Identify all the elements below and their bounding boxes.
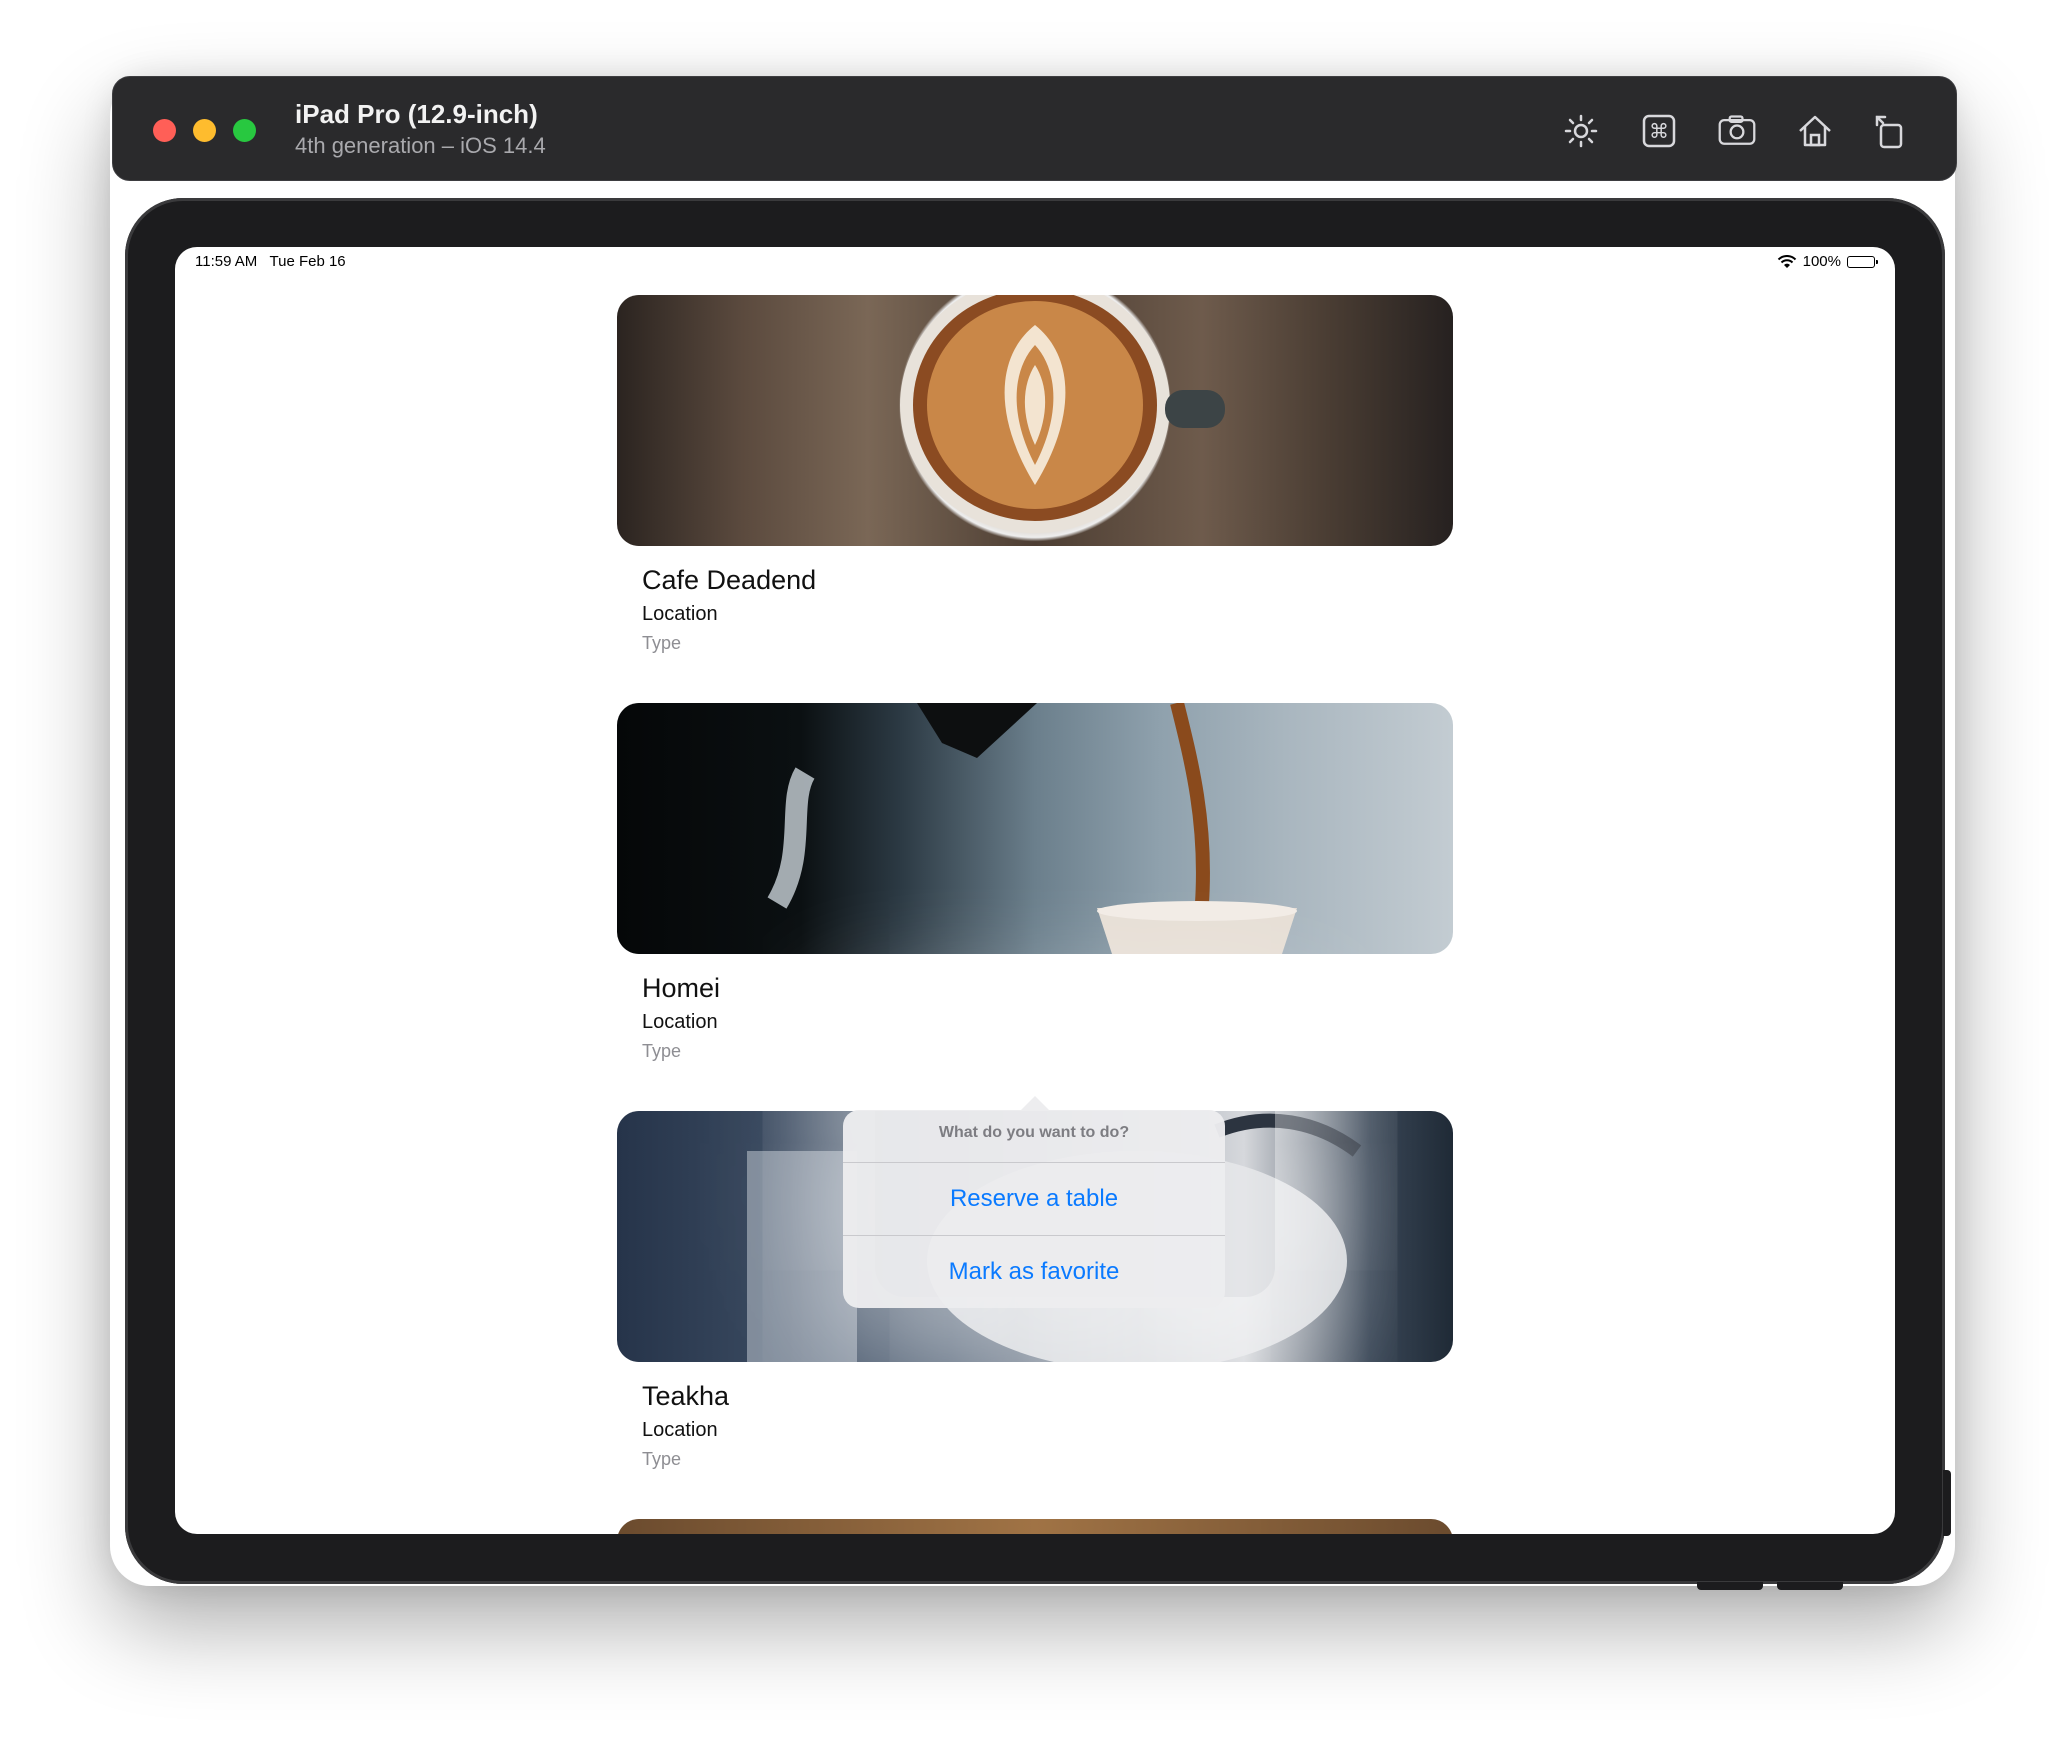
maximize-window-button[interactable] [233,119,256,142]
close-window-button[interactable] [153,119,176,142]
restaurant-name: Cafe Deadend [642,565,817,595]
restaurant-card[interactable] [617,1519,1453,1534]
simulator-titlebar: iPad Pro (12.9-inch) 4th generation – iO… [112,76,1957,181]
restaurant-photo-latte [617,295,1453,546]
restaurant-photo-pour [617,703,1453,954]
status-time: 11:59 AM Tue Feb 16 [195,253,346,270]
action-sheet-popover: What do you want to do? Reserve a table … [843,1096,1225,1308]
command-button[interactable]: ⌘ [1635,107,1683,155]
svg-text:⌘: ⌘ [1649,119,1669,143]
restaurant-photo-partial [617,1519,1453,1534]
rotate-button[interactable] [1865,107,1913,155]
status-right: 100% [1777,253,1878,270]
restaurant-location: Location [642,603,718,625]
restaurant-location: Location [642,1011,718,1033]
command-icon: ⌘ [1642,114,1676,148]
bottom-button-right [1777,1582,1843,1590]
wifi-icon [1777,254,1796,268]
bottom-button-left [1697,1582,1763,1590]
screenshot-button[interactable] [1713,107,1761,155]
rotate-icon [1875,115,1903,149]
status-bar: 11:59 AM Tue Feb 16 100% [175,247,1895,277]
action-sheet-title: What do you want to do? [938,1124,1130,1141]
minimize-window-button[interactable] [193,119,216,142]
brightness-icon [1564,114,1598,148]
volume-button [1943,1470,1951,1536]
restaurant-type: Type [642,633,682,653]
window-subtitle: 4th generation – iOS 14.4 [295,133,546,158]
home-icon [1799,115,1831,147]
restaurant-name: Teakha [642,1381,730,1411]
reserve-table-button[interactable]: Reserve a table [843,1163,1225,1235]
restaurant-location: Location [642,1419,718,1441]
ipad-screen: 11:59 AM Tue Feb 16 100% Cafe Deadend Lo… [175,247,1895,1534]
restaurant-name: Homei [642,973,721,1003]
brightness-button[interactable] [1557,107,1605,155]
restaurant-card[interactable]: Cafe Deadend Location Type [617,295,1453,653]
mark-favorite-button[interactable]: Mark as favorite [843,1236,1225,1308]
restaurant-card[interactable]: Homei Location Type [617,703,1453,1061]
restaurant-type: Type [642,1041,682,1061]
battery-icon [1847,255,1878,268]
screenshot-icon [1718,115,1756,145]
home-button[interactable] [1791,107,1839,155]
window-title: iPad Pro (12.9-inch) [295,99,538,129]
battery-percent: 100% [1802,253,1841,270]
restaurant-type: Type [642,1449,682,1469]
